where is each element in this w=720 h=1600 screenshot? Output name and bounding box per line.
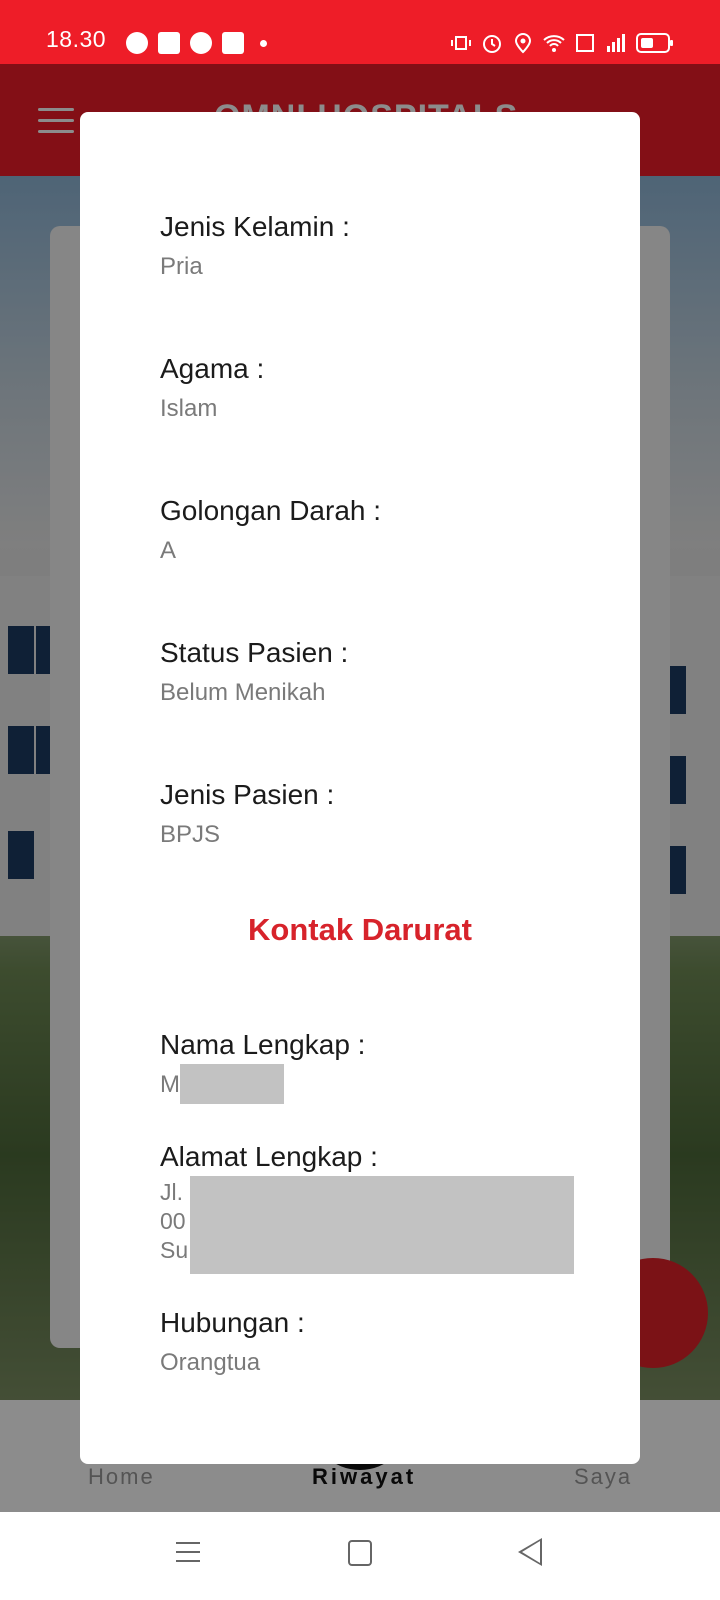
notification-icons [126, 32, 267, 54]
field-jenis-pasien: Jenis Pasien : BPJS [160, 778, 580, 850]
name-visible-text: M [160, 1071, 180, 1098]
field-value: Pria [160, 253, 203, 280]
alarm-icon [483, 35, 501, 53]
location-icon [514, 33, 532, 54]
redacted-block [180, 1064, 284, 1104]
back-icon[interactable] [518, 1538, 542, 1566]
field-label: Jenis Kelamin : [160, 211, 350, 242]
field-agama: Agama : Islam [160, 352, 580, 424]
patient-detail-dialog: Jenis Kelamin : Pria Agama : Islam Golon… [80, 112, 640, 1464]
field-label: Golongan Darah : [160, 495, 382, 526]
redacted-block [190, 1176, 574, 1274]
field-status-pasien: Status Pasien : Belum Menikah [160, 636, 580, 708]
wifi-icon [543, 35, 565, 52]
recent-apps-icon[interactable] [176, 1542, 200, 1564]
field-label: Nama Lengkap : [160, 1029, 366, 1060]
field-label: Hubungan : [160, 1307, 305, 1338]
field-golongan-darah: Golongan Darah : A [160, 494, 580, 566]
field-value: Orangtua [160, 1349, 261, 1376]
line-icon [126, 32, 148, 54]
status-time: 18.30 [46, 26, 107, 52]
field-label: Agama : [160, 353, 265, 384]
signal-icon [607, 34, 625, 52]
field-label: Jenis Pasien : [160, 779, 335, 810]
field-value: Belum Menikah [160, 679, 326, 706]
field-hubungan: Hubungan : Orangtua [160, 1306, 580, 1378]
address-value: Jl. 00 Su [160, 1176, 580, 1274]
dot-icon [260, 39, 267, 47]
system-nav-bar [0, 1512, 720, 1600]
system-icons [450, 32, 673, 54]
vibrate-icon [451, 36, 471, 50]
status-bar: 18.30 [0, 0, 720, 64]
game-icon [158, 32, 180, 54]
volte-icon [576, 34, 594, 52]
battery-icon [636, 33, 673, 53]
field-value: Islam [160, 395, 218, 422]
field-label: Status Pasien : [160, 637, 349, 668]
home-icon[interactable] [348, 1540, 372, 1566]
field-value: BPJS [160, 821, 221, 848]
field-label: Alamat Lengkap : [160, 1141, 378, 1172]
field-value: A [160, 537, 177, 564]
field-value: M [160, 1064, 580, 1104]
field-jenis-kelamin: Jenis Kelamin : Pria [160, 210, 580, 282]
field-alamat-lengkap: Alamat Lengkap : Jl. 00 Su [160, 1140, 580, 1274]
facebook-icon [222, 32, 244, 54]
chat-icon [190, 32, 212, 54]
section-title-kontak-darurat: Kontak Darurat [248, 912, 472, 947]
field-nama-lengkap: Nama Lengkap : M [160, 1028, 580, 1104]
